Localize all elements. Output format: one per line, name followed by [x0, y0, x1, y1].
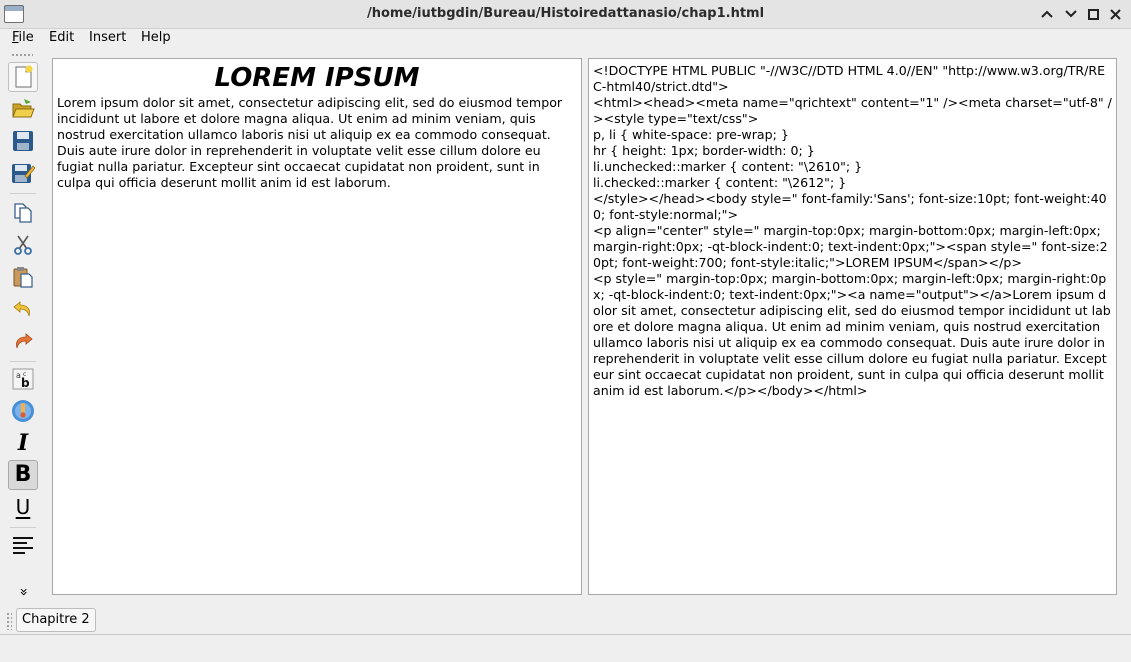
toolbar-separator: [10, 527, 36, 528]
menu-bar: File Edit Insert Help: [0, 29, 1131, 48]
chevron-down-icon: [1065, 10, 1077, 18]
scissors-icon: [14, 235, 32, 255]
undo-icon: [13, 301, 30, 317]
shade-window-button[interactable]: [1038, 5, 1056, 23]
menu-insert[interactable]: Insert: [89, 29, 126, 48]
document-heading: LOREM IPSUM: [214, 63, 420, 93]
html-source-text: <!DOCTYPE HTML PUBLIC "-//W3C//DTD HTML …: [593, 63, 1112, 398]
menu-file-label: ile: [18, 30, 34, 45]
window-title: /home/iutbgdin/Bureau/Histoiredattanasio…: [366, 6, 765, 21]
underline-icon: U: [15, 495, 31, 519]
tabbar-grip[interactable]: [6, 612, 12, 630]
maximize-button[interactable]: [1084, 5, 1102, 23]
minimize-button[interactable]: [1062, 5, 1080, 23]
formatting-toolbar: a c b I B U »: [0, 50, 46, 606]
undo-button[interactable]: [8, 294, 38, 324]
app-window: /home/iutbgdin/Bureau/Histoiredattanasio…: [0, 0, 1131, 662]
text-case-button[interactable]: a c b: [8, 364, 38, 394]
text-color-button[interactable]: [8, 396, 38, 426]
copy-icon: [14, 203, 32, 223]
toolbar-separator: [10, 361, 36, 362]
save-as-icon: [12, 164, 35, 183]
bold-icon: B: [14, 462, 32, 487]
title-bar: /home/iutbgdin/Bureau/Histoiredattanasio…: [0, 0, 1131, 29]
double-chevron-down-icon: »: [14, 587, 31, 597]
toolbar-overflow-button[interactable]: »: [8, 582, 38, 602]
open-file-button[interactable]: [8, 94, 38, 124]
svg-text:b: b: [21, 376, 30, 390]
menu-file[interactable]: File: [12, 29, 34, 48]
toolbar-grip[interactable]: [11, 53, 33, 58]
italic-icon: I: [17, 430, 29, 456]
new-document-button[interactable]: [8, 62, 38, 92]
menu-help[interactable]: Help: [141, 29, 171, 48]
save-button[interactable]: [8, 126, 38, 156]
rich-text-editor[interactable]: LOREM IPSUM Lorem ipsum dolor sit amet, …: [52, 58, 582, 595]
align-left-icon: [13, 537, 33, 554]
close-window-button[interactable]: [1106, 5, 1124, 23]
save-as-button[interactable]: [8, 158, 38, 188]
underline-button[interactable]: U: [8, 492, 38, 522]
maximize-icon: [1087, 8, 1099, 20]
copy-button[interactable]: [8, 198, 38, 228]
chevron-up-icon: [1041, 10, 1053, 18]
toolbar-separator: [10, 193, 36, 194]
cut-button[interactable]: [8, 230, 38, 260]
folder-open-icon: [12, 99, 35, 118]
new-document-icon: [15, 65, 33, 88]
status-bar: [0, 635, 1131, 662]
redo-button[interactable]: [8, 326, 38, 356]
redo-icon: [16, 333, 33, 349]
save-icon: [13, 131, 33, 151]
tab-chapter[interactable]: Chapitre 2: [16, 608, 96, 632]
align-left-button[interactable]: [8, 531, 38, 561]
italic-button[interactable]: I: [8, 428, 38, 458]
color-picker-icon: [12, 400, 34, 422]
paste-button[interactable]: [8, 262, 38, 292]
text-case-icon: a c b: [12, 368, 34, 390]
close-icon: [1109, 8, 1121, 20]
paste-icon: [13, 267, 33, 288]
menu-edit[interactable]: Edit: [49, 29, 74, 48]
html-source-editor[interactable]: <!DOCTYPE HTML PUBLIC "-//W3C//DTD HTML …: [588, 58, 1117, 595]
document-body-text: Lorem ipsum dolor sit amet, consectetur …: [57, 95, 563, 190]
bold-button[interactable]: B: [8, 460, 38, 490]
